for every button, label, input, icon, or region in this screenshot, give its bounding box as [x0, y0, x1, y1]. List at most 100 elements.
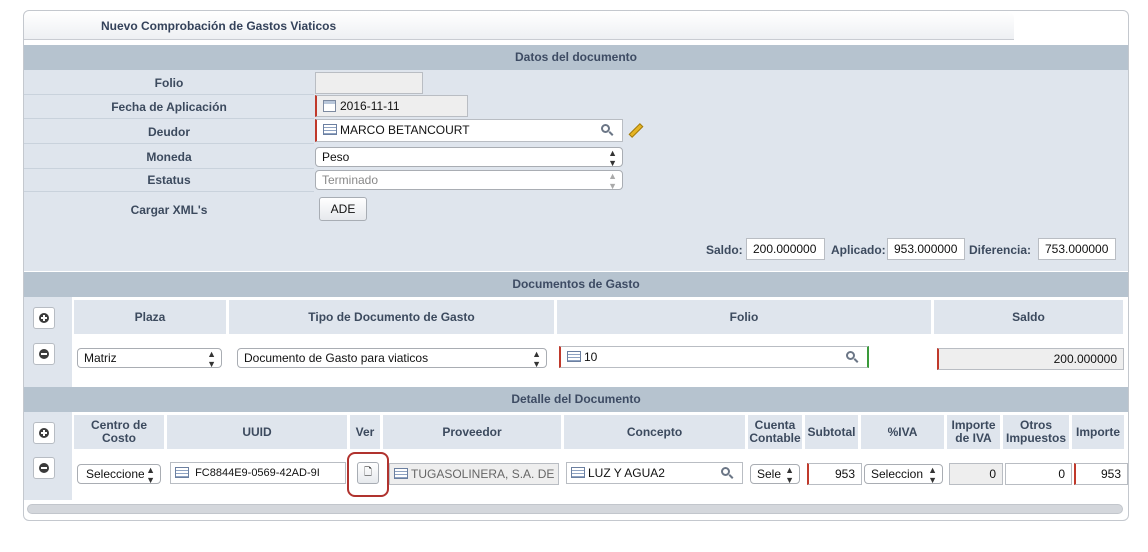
plus-circle-icon	[39, 313, 49, 323]
iva-value: Seleccion	[871, 467, 924, 481]
col-plaza: Plaza	[74, 300, 226, 334]
saldo-total-field[interactable]: 200.000000	[746, 238, 825, 260]
col-folio: Folio	[557, 300, 931, 334]
divider	[24, 143, 314, 144]
concepto-value: LUZ Y AGUA2	[588, 466, 665, 480]
section-gasto-header: Documentos de Gasto	[24, 272, 1128, 297]
folio-label: Folio	[154, 76, 184, 90]
col-importe-iva: Importe de IVA	[947, 415, 1000, 449]
document-icon: 🗋	[363, 467, 373, 478]
col-saldo: Saldo	[934, 300, 1123, 334]
saldo-label: Saldo:	[706, 243, 743, 257]
chevron-updown-icon: ▲ ▼	[785, 465, 794, 484]
col-tipo: Tipo de Documento de Gasto	[229, 300, 554, 334]
otros-impuestos-field[interactable]: 0	[1005, 463, 1072, 485]
col-iva: %IVA	[861, 415, 944, 449]
col-importe-iva-line2: de IVA	[955, 431, 992, 445]
divider	[24, 191, 314, 192]
chevron-updown-icon: ▲ ▼	[928, 465, 937, 484]
tipo-value: Documento de Gasto para viaticos	[244, 351, 429, 365]
ver-document-button[interactable]: 🗋	[357, 462, 379, 484]
proveedor-field[interactable]: TUGASOLINERA, S.A. DE	[389, 463, 559, 485]
folio-field[interactable]	[315, 72, 423, 94]
diferencia-label: Diferencia:	[969, 243, 1032, 257]
uuid-field[interactable]: FC8844E9-0569-42AD-9I	[170, 462, 346, 484]
cuenta-contable-select[interactable]: Sele ▲ ▼	[750, 464, 800, 484]
proveedor-value: TUGASOLINERA, S.A. DE	[411, 467, 555, 481]
fecha-value: 2016-11-11	[340, 99, 400, 113]
importe-iva-field[interactable]: 0	[949, 463, 1003, 485]
moneda-label: Moneda	[146, 150, 192, 164]
col-centro-line2: Costo	[102, 431, 136, 445]
divider	[24, 118, 314, 119]
centro-value: Seleccione	[86, 467, 145, 481]
col-cuenta: Cuenta Contable	[748, 415, 802, 449]
cuenta-value: Sele	[757, 467, 782, 481]
section-detalle-header: Detalle del Documento	[24, 387, 1128, 412]
centro-costo-select[interactable]: Seleccione ▲ ▼	[77, 464, 161, 484]
moneda-value: Peso	[322, 150, 350, 164]
fecha-field[interactable]: 2016-11-11	[315, 95, 468, 117]
aplicado-label: Aplicado:	[831, 243, 886, 257]
estatus-select[interactable]: Terminado ▲ ▼	[315, 170, 623, 190]
diferencia-total-field[interactable]: 753.000000	[1038, 238, 1116, 260]
col-ver: Ver	[350, 415, 380, 449]
plus-circle-icon	[39, 428, 49, 438]
moneda-select[interactable]: Peso ▲ ▼	[315, 147, 623, 167]
minus-circle-icon	[39, 463, 49, 473]
gasto-folio-value: 10	[584, 350, 598, 364]
chevron-updown-icon: ▲ ▼	[532, 349, 541, 368]
deudor-field[interactable]: MARCO BETANCOURT	[315, 119, 623, 142]
fecha-label: Fecha de Aplicación	[111, 100, 227, 114]
gasto-saldo-field[interactable]: 200.000000	[937, 348, 1124, 370]
col-concepto: Concepto	[564, 415, 745, 449]
list-icon	[394, 468, 408, 480]
chevron-updown-icon: ▲ ▼	[207, 349, 216, 368]
col-centro: Centro de Costo	[74, 415, 164, 449]
uuid-value: FC8844E9-0569-42AD-9I	[195, 467, 320, 479]
concepto-field[interactable]: LUZ Y AGUA2	[566, 462, 743, 484]
chevron-updown-icon: ▲ ▼	[608, 148, 617, 167]
col-otros-line2: Impuestos	[1005, 431, 1066, 445]
remove-gasto-button[interactable]	[33, 343, 55, 365]
remove-detalle-button[interactable]	[33, 457, 55, 479]
minus-circle-icon	[39, 349, 49, 359]
xml-upload-button[interactable]: ADE	[319, 197, 367, 221]
aplicado-total-field[interactable]: 953.000000	[887, 238, 965, 260]
section-datos-header: Datos del documento	[24, 45, 1128, 70]
tipo-documento-select[interactable]: Documento de Gasto para viaticos ▲ ▼	[237, 348, 547, 368]
list-icon	[323, 124, 337, 136]
col-otros-impuestos: Otros Impuestos	[1003, 415, 1069, 449]
divider	[24, 168, 314, 169]
estatus-label: Estatus	[147, 173, 191, 187]
list-icon	[571, 467, 585, 479]
col-proveedor: Proveedor	[383, 415, 561, 449]
col-uuid: UUID	[167, 415, 347, 449]
col-cuenta-line2: Contable	[749, 431, 801, 445]
col-subtotal: Subtotal	[805, 415, 858, 449]
list-icon	[567, 351, 581, 363]
add-gasto-button[interactable]	[33, 307, 55, 329]
estatus-value: Terminado	[322, 173, 379, 187]
list-icon	[175, 466, 189, 478]
horizontal-scrollbar[interactable]	[27, 504, 1123, 514]
importe-field[interactable]: 953	[1074, 463, 1128, 485]
deudor-label: Deudor	[148, 125, 190, 139]
subtotal-field[interactable]: 953	[807, 463, 862, 485]
add-detalle-button[interactable]	[33, 422, 55, 444]
plaza-select[interactable]: Matriz ▲ ▼	[77, 348, 222, 368]
deudor-value: MARCO BETANCOURT	[340, 123, 470, 137]
iva-select[interactable]: Seleccion ▲ ▼	[864, 464, 943, 484]
calendar-icon[interactable]	[323, 99, 336, 112]
gasto-folio-field[interactable]: 10	[559, 346, 869, 368]
col-importe: Importe	[1072, 415, 1124, 449]
search-icon[interactable]	[846, 351, 855, 360]
divider	[24, 94, 314, 95]
plaza-value: Matriz	[84, 351, 117, 365]
search-icon[interactable]	[721, 467, 730, 476]
xml-label: Cargar XML's	[130, 203, 208, 217]
window-title: Nuevo Comprobación de Gastos Viaticos	[24, 12, 1014, 40]
search-icon[interactable]	[601, 124, 610, 133]
chevron-updown-icon: ▲ ▼	[608, 171, 617, 190]
chevron-updown-icon: ▲ ▼	[144, 465, 155, 484]
